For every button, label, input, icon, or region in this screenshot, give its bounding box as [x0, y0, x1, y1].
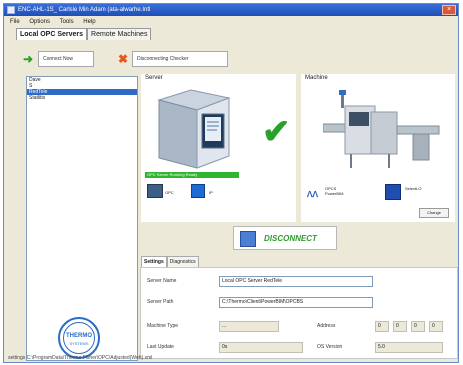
last-update-label: Last Update	[147, 344, 174, 350]
version-label: OS Version	[317, 344, 343, 350]
disconnect-plug-icon	[240, 231, 256, 247]
disconnect-x-icon[interactable]: ✖	[115, 51, 131, 67]
main-tabs: Local OPC Servers Remote Machines	[16, 28, 152, 40]
server-status-text: OPC Server Running Ready	[147, 172, 198, 177]
server-group-title: Server	[145, 75, 163, 81]
settings-tabs: Settings Diagnostics	[141, 256, 199, 267]
tab-remote-machines[interactable]: Remote Machines	[87, 28, 152, 40]
server-name-label: Server Name	[147, 278, 177, 284]
tab-local-opc-servers[interactable]: Local OPC Servers	[16, 28, 88, 40]
connect-icon[interactable]: ➜	[20, 51, 36, 67]
server-name-field[interactable]: Local OPC Server RedTele	[219, 276, 373, 287]
connect-button[interactable]: Connect Now	[38, 51, 94, 67]
machine-group-title: Machine	[305, 75, 328, 81]
change-button[interactable]: Change	[419, 208, 449, 218]
device-icon	[385, 184, 401, 200]
address-label: Address	[317, 323, 336, 329]
address-octet-2[interactable]: 0	[393, 321, 407, 332]
menu-options[interactable]: Options	[29, 19, 50, 25]
machine-type-label: Machine Type	[147, 323, 179, 329]
connected-check-icon: ✔	[262, 113, 291, 151]
network-icon	[191, 184, 205, 198]
pc-label: OPC	[165, 190, 174, 195]
server-path-field[interactable]: C:\Thermo\Client\PowerBIM\OPCBS	[219, 297, 373, 308]
pc-icon	[147, 184, 163, 198]
application-window: ENC-AHL-1S_ Carlsle Min Adam (ata-alwarh…	[3, 3, 459, 363]
version-field[interactable]: 5.0	[375, 342, 443, 353]
checkweigher-machine-image	[323, 90, 440, 168]
tab-diagnostics[interactable]: Diagnostics	[166, 256, 199, 267]
address-octet-3[interactable]: 0	[411, 321, 425, 332]
settings-panel: Server Name Local OPC Server RedTele Ser…	[140, 267, 458, 359]
thermo-mark-icon: ᐱᐱ	[307, 190, 318, 199]
window-title: ENC-AHL-1S_ Carlsle Min Adam (ata-alwarh…	[18, 7, 151, 13]
disconnect-button-label: DISCONNECT	[264, 234, 317, 243]
network-label: IP	[209, 190, 213, 195]
logo-text: THERMO	[66, 333, 92, 339]
machine-item1-label: OPCS PowerBIM	[325, 186, 344, 196]
list-item[interactable]: Statlitis	[27, 95, 137, 101]
machine-item2-label: SelectLO	[405, 186, 422, 191]
address-octet-4[interactable]: 0	[429, 321, 443, 332]
menu-help[interactable]: Help	[83, 19, 95, 25]
tab-settings[interactable]: Settings	[141, 256, 167, 267]
server-cabinet-image	[157, 89, 231, 169]
machine-type-field[interactable]: ...	[219, 321, 279, 332]
app-icon	[7, 6, 15, 14]
last-update-field[interactable]: 0s	[219, 342, 303, 353]
address-octet-1[interactable]: 0	[375, 321, 389, 332]
close-button[interactable]: ×	[442, 5, 456, 15]
server-path-label: Server Path	[147, 299, 174, 305]
menu-bar: File Options Tools Help	[4, 17, 458, 27]
disconnect-checker-button[interactable]: Disconnecting Checker	[132, 51, 228, 67]
disconnect-button[interactable]: DISCONNECT	[233, 226, 337, 250]
status-bar: settings C:\ProgramData\Thermo Fisher\OP…	[8, 355, 153, 361]
menu-file[interactable]: File	[10, 19, 20, 25]
menu-tools[interactable]: Tools	[60, 19, 74, 25]
title-bar: ENC-AHL-1S_ Carlsle Min Adam (ata-alwarh…	[4, 4, 458, 16]
machine-panel: Machine ᐱᐱ OPCS PowerBIM SelectLO Change	[301, 74, 455, 222]
logo-subtext: SYSTEMS	[69, 341, 89, 346]
server-list[interactable]: Dave S RedTele Statlitis THERMO SYSTEMS	[26, 76, 138, 361]
